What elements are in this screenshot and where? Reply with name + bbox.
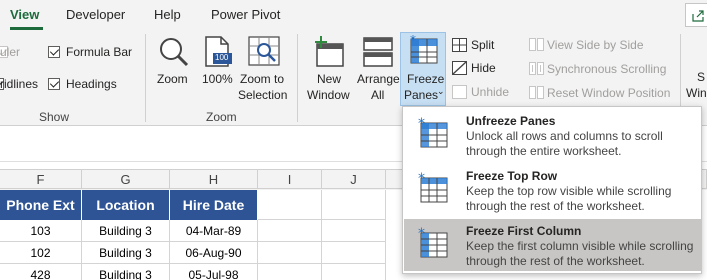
unfreeze-panes-icon: * (418, 117, 448, 148)
zoom-label: Zoom (157, 72, 188, 86)
arrange-all-button[interactable]: Arrange All (355, 32, 401, 106)
arrange-all-label-2: All (371, 88, 385, 102)
group-separator (297, 34, 298, 122)
zoom-100-label: 100% (202, 72, 233, 86)
formula-bar-label: Formula Bar (66, 45, 133, 59)
synchronous-scrolling-label: Synchronous Scrolling (547, 62, 667, 76)
cell-hire-date[interactable]: 06-Aug-90 (170, 242, 258, 264)
switch-windows-label-2: Win (686, 86, 707, 100)
zoom-to-selection-label-2: Selection (238, 88, 288, 102)
split-label: Split (471, 38, 495, 52)
tab-developer[interactable]: Developer (66, 7, 125, 22)
new-window-label-2: Window (307, 88, 350, 102)
menu-item-freeze-top-row[interactable]: * Freeze Top Row Keep the top row visibl… (404, 164, 701, 216)
cell-location[interactable]: Building 3 (82, 220, 170, 242)
arrange-all-icon (363, 37, 393, 67)
column-header-i[interactable]: I (258, 170, 322, 189)
freeze-panes-menu: * Unfreeze Panes Unlock all rows and col… (402, 106, 702, 274)
cell-location[interactable]: Building 3 (82, 264, 170, 280)
freeze-panes-icon: * (410, 35, 438, 64)
table-header-location[interactable]: Location (82, 190, 170, 220)
view-side-by-side-label: View Side by Side (547, 38, 644, 52)
new-window-button[interactable]: New Window (304, 32, 354, 106)
menu-item-title: Unfreeze Panes (466, 114, 556, 128)
hide-icon (452, 61, 467, 75)
table-header-hire-date[interactable]: Hire Date (170, 190, 258, 220)
magnifier-icon (160, 38, 189, 67)
empty-cell[interactable] (258, 264, 322, 280)
empty-cell[interactable] (322, 242, 386, 264)
zoom-selection-icon (248, 36, 280, 66)
menu-item-description: Keep the top row visible while scrolling… (466, 184, 672, 213)
arrange-all-label-1: Arrange (357, 72, 400, 86)
headings-label: Headings (66, 77, 117, 91)
new-window-icon (315, 36, 344, 67)
zoom-100-button[interactable]: 100 100% (198, 32, 236, 106)
tab-help[interactable]: Help (154, 7, 181, 22)
freeze-top-row-icon: * (418, 172, 448, 203)
menu-item-freeze-first-column[interactable]: * Freeze First Column Keep the first col… (404, 219, 701, 271)
formula-bar-checkbox[interactable] (48, 46, 60, 58)
cell-location[interactable]: Building 3 (82, 242, 170, 264)
cell-phone-ext[interactable]: 428 (0, 264, 82, 280)
empty-cell[interactable] (322, 264, 386, 280)
freeze-first-column-icon: * (418, 227, 448, 258)
svg-text:*: * (418, 117, 425, 132)
share-button[interactable] (685, 3, 707, 27)
freeze-panes-button[interactable]: * Freeze Panes ⌄ (400, 32, 446, 106)
headings-checkbox[interactable] (48, 78, 60, 90)
show-group-label: Show (39, 110, 70, 124)
menu-item-title: Freeze Top Row (466, 169, 558, 183)
chevron-down-icon: ⌄ (437, 86, 445, 96)
column-header-g[interactable]: G (82, 170, 170, 189)
reset-window-icon (529, 86, 544, 99)
share-icon (692, 10, 704, 22)
switch-windows-label-1: S (697, 70, 706, 84)
unhide-icon (452, 85, 467, 99)
reset-window-position-label: Reset Window Position (547, 86, 671, 100)
new-window-label-1: New (317, 72, 342, 86)
ruler-label: uler (0, 45, 21, 59)
tab-power-pivot[interactable]: Power Pivot (211, 7, 280, 22)
freeze-panes-label-1: Freeze (407, 72, 445, 86)
zoom-100-icon-text: 100 (215, 53, 229, 62)
tab-view[interactable]: View (10, 7, 39, 22)
cell-phone-ext[interactable]: 102 (0, 242, 82, 264)
gridlines-label: ridlines (0, 77, 39, 91)
ribbon-tab-bar: View Developer Help Power Pivot (0, 0, 707, 30)
empty-cell[interactable] (258, 190, 322, 220)
empty-cell[interactable] (258, 220, 322, 242)
cell-phone-ext[interactable]: 103 (0, 220, 82, 242)
table-header-phone-ext[interactable]: Phone Ext (0, 190, 82, 220)
zoom-to-selection-button[interactable]: Zoom to Selection (238, 32, 290, 106)
side-by-side-icon (529, 38, 544, 51)
menu-item-unfreeze-panes[interactable]: * Unfreeze Panes Unlock all rows and col… (404, 109, 701, 161)
menu-item-title: Freeze First Column (466, 224, 582, 238)
cell-hire-date[interactable]: 05-Jul-98 (170, 264, 258, 280)
svg-text:*: * (418, 172, 425, 187)
svg-text:*: * (418, 227, 425, 242)
cell-hire-date[interactable]: 04-Mar-89 (170, 220, 258, 242)
empty-cell[interactable] (322, 220, 386, 242)
svg-text:*: * (410, 35, 416, 47)
document-100-icon (205, 36, 232, 67)
sync-scroll-icon (529, 62, 544, 75)
menu-item-description: Keep the first column visible while scro… (466, 239, 694, 268)
group-separator (145, 34, 146, 122)
freeze-panes-label-2: Panes (404, 88, 439, 102)
zoom-button[interactable]: Zoom (152, 32, 196, 106)
empty-cell[interactable] (322, 190, 386, 220)
unhide-label: Unhide (471, 85, 510, 99)
menu-item-description: Unlock all rows and columns to scroll th… (466, 129, 663, 158)
hide-label: Hide (471, 61, 496, 75)
column-header-f[interactable]: F (0, 170, 82, 189)
zoom-to-selection-label-1: Zoom to (240, 72, 285, 86)
column-header-j[interactable]: J (322, 170, 386, 189)
zoom-group-label: Zoom (206, 110, 237, 124)
split-icon (452, 38, 467, 52)
column-header-h[interactable]: H (170, 170, 258, 189)
empty-cell[interactable] (258, 242, 322, 264)
